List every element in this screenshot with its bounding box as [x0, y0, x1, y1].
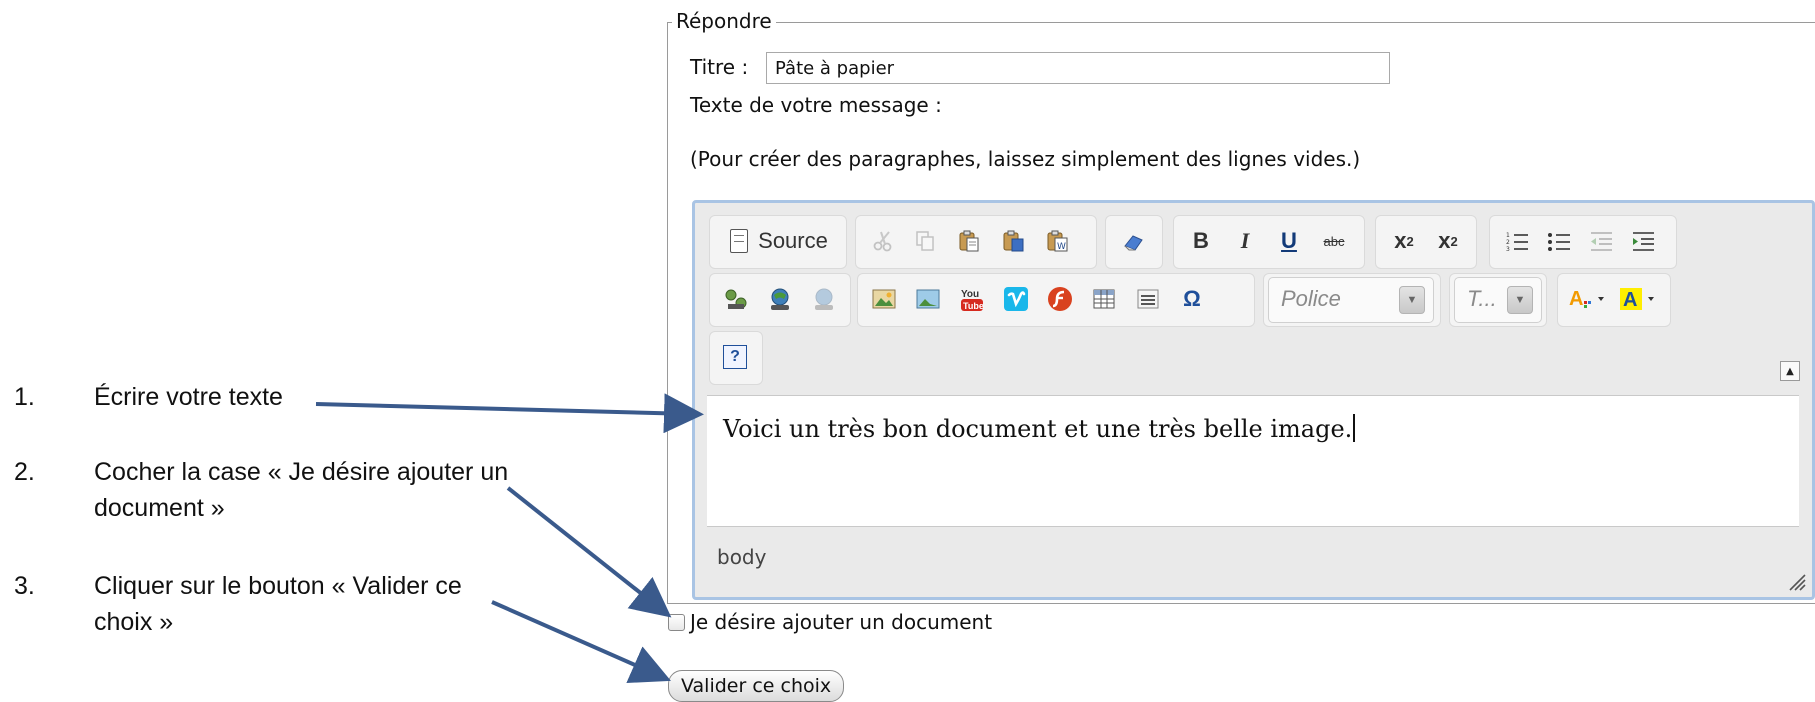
- instructions: 1. Écrire votre texte 2. Cocher la case …: [0, 0, 640, 700]
- message-label: Texte de votre message :: [690, 93, 942, 117]
- step-number: 2.: [14, 458, 35, 486]
- toolbar-group-colors: A A: [1557, 273, 1671, 327]
- strike-button[interactable]: abc: [1314, 224, 1354, 258]
- add-document-label: Je désire ajouter un document: [690, 610, 993, 634]
- chevron-down-icon: ▼: [1507, 286, 1533, 314]
- font-combo[interactable]: Police ▼: [1268, 277, 1434, 323]
- size-combo[interactable]: T... ▼: [1454, 277, 1542, 323]
- text-caret: [1353, 414, 1356, 442]
- step-text: Écrire votre texte: [94, 383, 283, 411]
- media-icon[interactable]: [910, 282, 946, 316]
- omega-icon[interactable]: Ω: [1174, 282, 1210, 316]
- paste-icon[interactable]: [952, 224, 986, 258]
- svg-text:2: 2: [1506, 239, 1510, 246]
- validate-choice-button[interactable]: Valider ce choix: [668, 670, 845, 702]
- toolbar-group-font: Police ▼: [1263, 273, 1441, 327]
- numbered-list-icon[interactable]: 123: [1500, 224, 1534, 258]
- step-number: 1.: [14, 383, 35, 411]
- resize-handle-icon[interactable]: [1784, 569, 1806, 591]
- paragraph-hint: (Pour créer des paragraphes, laissez sim…: [690, 147, 1361, 171]
- horizontal-rule-icon[interactable]: [1130, 282, 1166, 316]
- link-icon[interactable]: [718, 282, 754, 316]
- indent-icon[interactable]: [1626, 224, 1660, 258]
- italic-button[interactable]: I: [1230, 224, 1260, 258]
- chevron-down-icon: ▼: [1399, 286, 1425, 314]
- add-document-checkbox[interactable]: [668, 614, 685, 631]
- step-text-cont: choix »: [94, 608, 174, 636]
- text-color-icon[interactable]: A: [1566, 282, 1610, 316]
- toolbar-group-links: [709, 273, 851, 327]
- bold-button[interactable]: B: [1186, 224, 1216, 258]
- underline-button[interactable]: U: [1274, 224, 1304, 258]
- element-path: body: [717, 545, 767, 569]
- background-color-icon[interactable]: A: [1616, 282, 1660, 316]
- title-input[interactable]: [766, 52, 1390, 84]
- superscript-icon[interactable]: x2: [1430, 224, 1466, 258]
- source-label: Source: [758, 228, 828, 253]
- help-icon[interactable]: ?: [719, 340, 751, 374]
- copy-icon[interactable]: [908, 224, 942, 258]
- outdent-icon[interactable]: [1584, 224, 1618, 258]
- fieldset-legend: Répondre: [672, 8, 776, 34]
- toolbar-group-basic-styles: B I U abc: [1173, 215, 1365, 269]
- font-combo-text: Police: [1281, 286, 1341, 311]
- svg-text:You: You: [961, 289, 979, 300]
- paste-word-icon[interactable]: W: [1040, 224, 1074, 258]
- unlink-icon[interactable]: [806, 282, 842, 316]
- toolbar-group-size: T... ▼: [1449, 273, 1547, 327]
- toolbar-group-scripts: x2 x2: [1375, 215, 1477, 269]
- source-icon: [730, 229, 749, 253]
- toolbar-group-clipboard: W: [855, 215, 1097, 269]
- paste-text-icon[interactable]: [996, 224, 1030, 258]
- source-button[interactable]: Source: [720, 224, 838, 258]
- toolbar-group-insert: You Tube Ω: [857, 273, 1255, 327]
- svg-text:W: W: [1057, 242, 1066, 252]
- rich-text-editor: Source W B I U abc x2 x2 1 2 3 You Tube …: [692, 200, 1815, 600]
- title-label: Titre :: [690, 55, 749, 79]
- svg-text:Tube: Tube: [963, 301, 984, 311]
- step-number: 3.: [14, 572, 35, 600]
- collapse-toolbar-icon[interactable]: ▲: [1780, 361, 1800, 381]
- step-text: Cliquer sur le bouton « Valider ce: [94, 572, 462, 600]
- image-icon[interactable]: [866, 282, 902, 316]
- toolbar-group-help: ?: [709, 331, 763, 385]
- anchor-icon[interactable]: [762, 282, 798, 316]
- size-combo-text: T...: [1467, 286, 1497, 311]
- toolbar-group-eraser: [1105, 215, 1163, 269]
- table-icon[interactable]: [1086, 282, 1122, 316]
- editor-content-area[interactable]: Voici un très bon document et une très b…: [707, 395, 1799, 527]
- eraser-icon[interactable]: [1116, 224, 1150, 258]
- toolbar-group-lists: 123: [1489, 215, 1677, 269]
- help-glyph: ?: [723, 345, 747, 369]
- vimeo-icon[interactable]: [998, 282, 1034, 316]
- step-text-cont: document »: [94, 494, 225, 522]
- editor-content-text: Voici un très bon document et une très b…: [723, 414, 1356, 443]
- svg-text:A: A: [1623, 289, 1637, 311]
- subscript-icon[interactable]: x2: [1386, 224, 1422, 258]
- flash-icon[interactable]: [1042, 282, 1078, 316]
- svg-text:1: 1: [1506, 232, 1510, 239]
- step-text: Cocher la case « Je désire ajouter un: [94, 458, 509, 486]
- svg-text:A: A: [1569, 288, 1583, 310]
- bulleted-list-icon[interactable]: [1542, 224, 1576, 258]
- youtube-icon[interactable]: You Tube: [954, 282, 990, 316]
- svg-text:3: 3: [1506, 246, 1510, 252]
- cut-icon[interactable]: [866, 224, 900, 258]
- toolbar-group-source: Source: [709, 215, 847, 269]
